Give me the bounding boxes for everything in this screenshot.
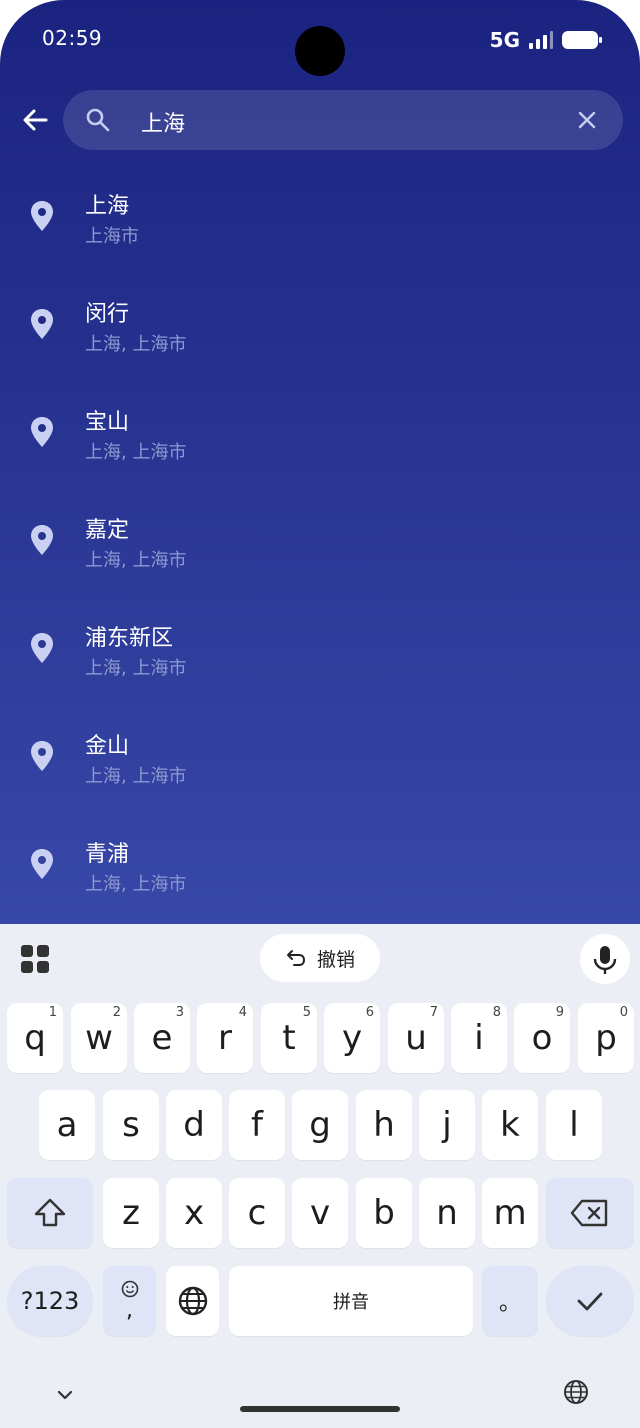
key-b[interactable]: b: [356, 1178, 412, 1248]
microphone-icon: [593, 946, 617, 974]
result-title: 宝山: [85, 410, 130, 435]
apps-grid-icon[interactable]: [20, 944, 50, 974]
key-x[interactable]: x: [166, 1178, 222, 1248]
period-key[interactable]: 。: [482, 1266, 538, 1336]
status-time: 02:59: [42, 26, 103, 50]
shift-key[interactable]: [7, 1178, 93, 1248]
status-icons: 5G: [489, 28, 602, 52]
navigation-bar: [0, 1372, 640, 1428]
emoji-comma-key[interactable]: ,: [103, 1266, 156, 1336]
key-i[interactable]: i8: [451, 1003, 507, 1073]
camera-cutout: [295, 26, 345, 76]
location-pin-icon: [31, 201, 53, 231]
key-o[interactable]: o9: [514, 1003, 570, 1073]
result-subtitle: 上海, 上海市: [85, 766, 187, 787]
key-f[interactable]: f: [229, 1090, 285, 1160]
mic-button[interactable]: [580, 934, 630, 984]
app-background: 02:59 5G 上海 上海 上海市 闵行 上海, 上海市 宝山 上海, 上海市…: [0, 0, 640, 924]
location-pin-icon: [31, 309, 53, 339]
result-title: 浦东新区: [85, 626, 174, 651]
keyboard: 撤销 q1 w2 e3 r4 t5 y6 u7 i8 o9 p0 a s d f…: [0, 924, 640, 1428]
signal-icon: [529, 31, 553, 49]
search-field[interactable]: 上海: [63, 90, 623, 150]
key-u[interactable]: u7: [388, 1003, 444, 1073]
key-t[interactable]: t5: [261, 1003, 317, 1073]
shift-icon: [34, 1198, 66, 1227]
location-pin-icon: [31, 741, 53, 771]
enter-key[interactable]: [546, 1266, 634, 1336]
status-bar: 02:59 5G: [0, 0, 640, 80]
key-m[interactable]: m: [482, 1178, 538, 1248]
result-title: 金山: [85, 734, 130, 759]
space-key[interactable]: 拼音: [229, 1266, 473, 1336]
key-p[interactable]: p0: [578, 1003, 634, 1073]
list-item[interactable]: 闵行 上海, 上海市: [0, 270, 640, 378]
undo-icon: [286, 950, 305, 966]
undo-button[interactable]: 撤销: [260, 934, 380, 982]
key-z[interactable]: z: [103, 1178, 159, 1248]
keyboard-toolbar: 撤销: [0, 924, 640, 992]
result-subtitle: 上海, 上海市: [85, 334, 187, 355]
key-n[interactable]: n: [419, 1178, 475, 1248]
key-y[interactable]: y6: [324, 1003, 380, 1073]
result-subtitle: 上海, 上海市: [85, 658, 187, 679]
list-item[interactable]: 宝山 上海, 上海市: [0, 378, 640, 486]
globe-icon[interactable]: [563, 1379, 589, 1405]
battery-icon: [562, 31, 602, 49]
list-item[interactable]: 浦东新区 上海, 上海市: [0, 594, 640, 702]
back-arrow-icon[interactable]: [20, 105, 50, 135]
result-subtitle: 上海, 上海市: [85, 550, 187, 571]
results-list: 上海 上海市 闵行 上海, 上海市 宝山 上海, 上海市 嘉定 上海, 上海市 …: [0, 162, 640, 918]
result-title: 闵行: [85, 302, 130, 327]
key-g[interactable]: g: [292, 1090, 348, 1160]
backspace-icon: [570, 1199, 608, 1227]
language-key[interactable]: [166, 1266, 219, 1336]
key-w[interactable]: w2: [71, 1003, 127, 1073]
location-pin-icon: [31, 633, 53, 663]
key-v[interactable]: v: [292, 1178, 348, 1248]
globe-icon: [178, 1286, 207, 1316]
list-item[interactable]: 金山 上海, 上海市: [0, 702, 640, 810]
key-d[interactable]: d: [166, 1090, 222, 1160]
clear-icon[interactable]: [577, 110, 597, 130]
key-e[interactable]: e3: [134, 1003, 190, 1073]
list-item[interactable]: 青浦 上海, 上海市: [0, 810, 640, 918]
key-c[interactable]: c: [229, 1178, 285, 1248]
key-r[interactable]: r4: [197, 1003, 253, 1073]
result-subtitle: 上海, 上海市: [85, 442, 187, 463]
backspace-key[interactable]: [546, 1178, 634, 1248]
result-title: 青浦: [85, 842, 130, 867]
checkmark-icon: [577, 1292, 603, 1311]
result-title: 上海: [85, 194, 130, 219]
search-row: 上海: [0, 90, 640, 150]
list-item[interactable]: 上海 上海市: [0, 162, 640, 270]
emoji-icon: [121, 1280, 138, 1297]
key-s[interactable]: s: [103, 1090, 159, 1160]
key-k[interactable]: k: [482, 1090, 538, 1160]
location-pin-icon: [31, 417, 53, 447]
key-q[interactable]: q1: [7, 1003, 63, 1073]
key-j[interactable]: j: [419, 1090, 475, 1160]
symbols-key[interactable]: ?123: [7, 1266, 93, 1336]
chevron-down-icon[interactable]: [54, 1384, 76, 1406]
search-icon: [86, 108, 110, 132]
key-h[interactable]: h: [356, 1090, 412, 1160]
comma-label: ,: [126, 1297, 133, 1323]
search-input[interactable]: 上海: [141, 106, 185, 138]
home-indicator[interactable]: [240, 1406, 400, 1412]
result-subtitle: 上海市: [85, 226, 139, 247]
undo-label: 撤销: [316, 948, 355, 971]
location-pin-icon: [31, 849, 53, 879]
location-pin-icon: [31, 525, 53, 555]
network-label: 5G: [489, 28, 520, 52]
key-l[interactable]: l: [546, 1090, 602, 1160]
key-a[interactable]: a: [39, 1090, 95, 1160]
result-subtitle: 上海, 上海市: [85, 874, 187, 895]
phone-screen: 02:59 5G 上海 上海 上海市 闵行 上海, 上海市 宝山 上海, 上海市…: [0, 0, 640, 1428]
list-item[interactable]: 嘉定 上海, 上海市: [0, 486, 640, 594]
result-title: 嘉定: [85, 518, 130, 543]
